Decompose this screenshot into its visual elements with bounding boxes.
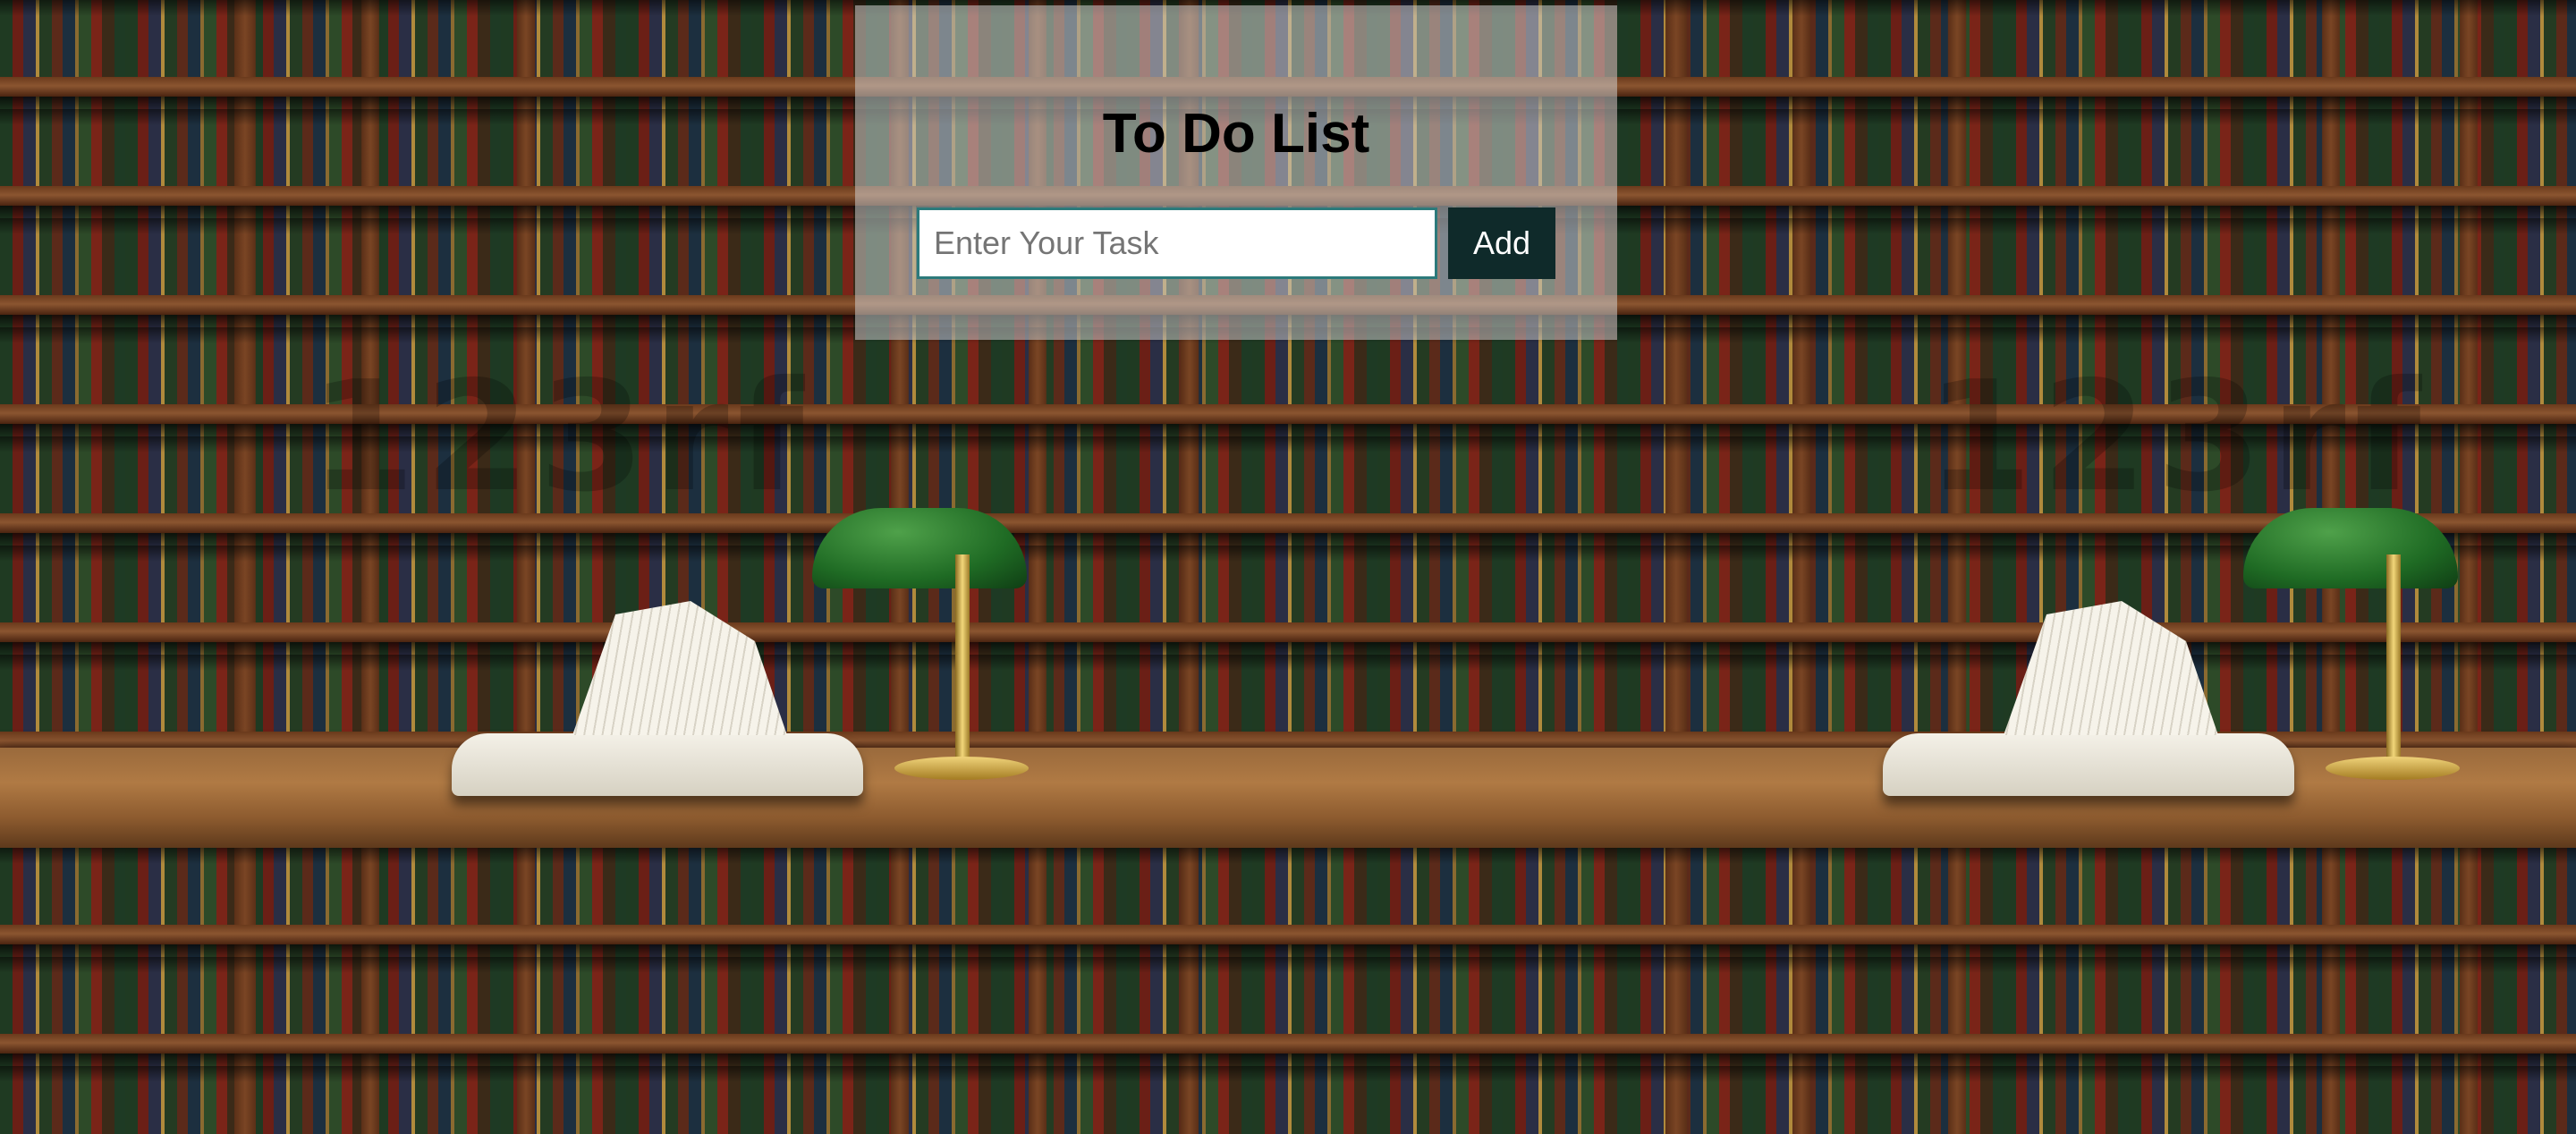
lamp-base-image [2326, 757, 2460, 780]
add-button[interactable]: Add [1448, 207, 1555, 279]
todo-card: To Do List Add [855, 5, 1617, 340]
open-book-image [1883, 733, 2294, 796]
bookshelf-bottom [0, 848, 2576, 1134]
lamp-pole-image [955, 554, 970, 760]
lamp-base-image [894, 757, 1029, 780]
lamp-pole-image [2386, 554, 2401, 760]
watermark: 123rf 123rf [0, 349, 2430, 526]
open-book-image [452, 733, 863, 796]
add-task-form: Add [855, 207, 1617, 279]
page-title: To Do List [1102, 103, 1370, 165]
task-input[interactable] [917, 207, 1437, 279]
